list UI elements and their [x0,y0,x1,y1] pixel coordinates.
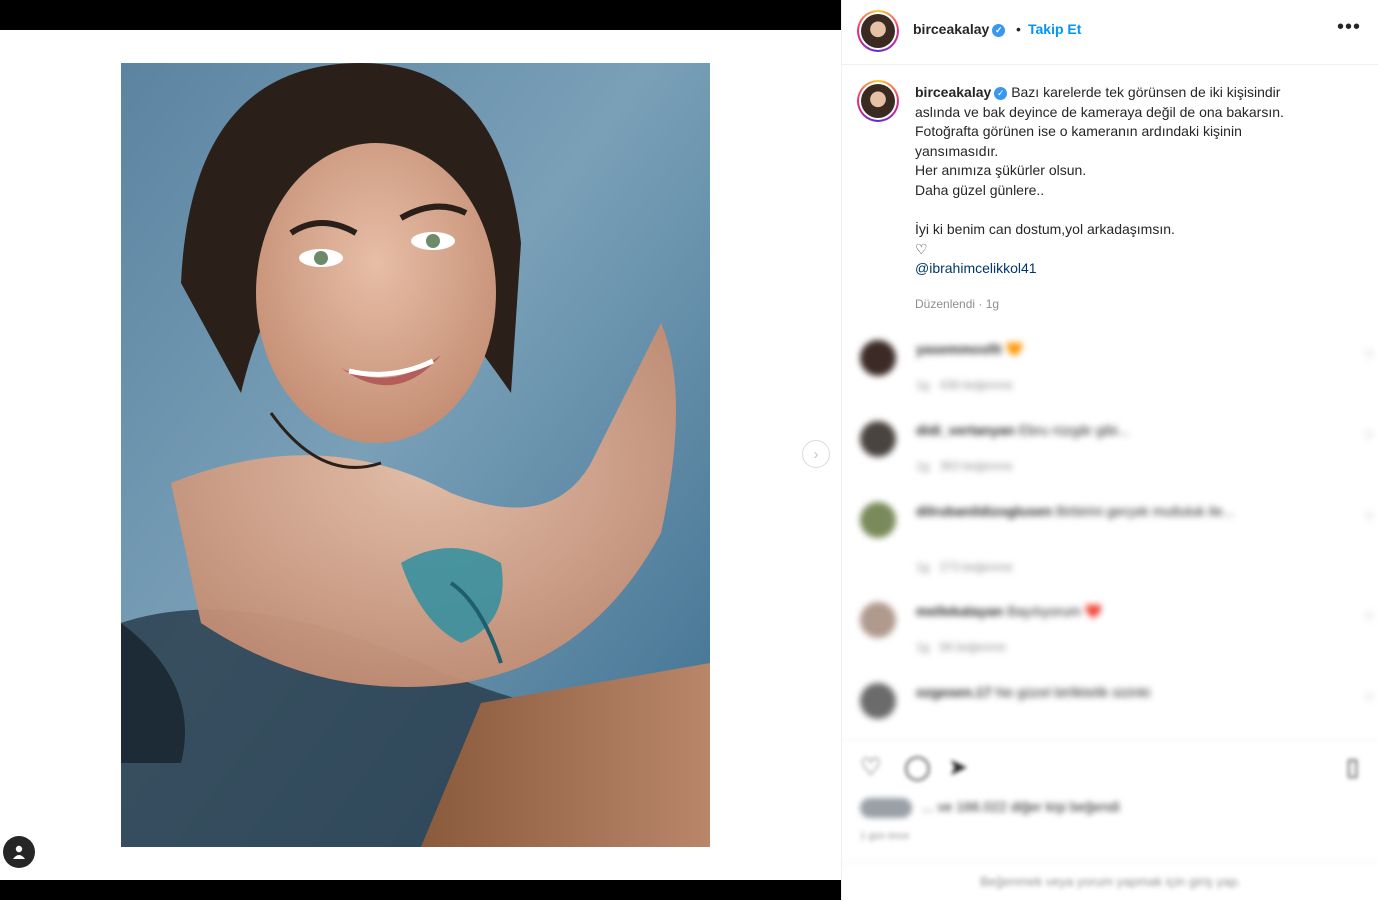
author-avatar[interactable] [857,10,899,52]
login-prompt[interactable]: Beğenmek veya yorum yapmak için giriş ya… [842,862,1378,901]
caption-line: Daha güzel günlere.. [915,181,1045,198]
separator-dot: • [1016,21,1021,37]
comment-time: 1g [916,459,930,473]
follow-button[interactable]: Takip Et [1028,21,1081,37]
likes-summary[interactable]: ... ve 166.022 diğer kişi beğendi [860,798,1360,820]
post-actions-bar: ♡ ◯ ➤ ▯ [842,740,1378,791]
chevron-right-icon: › [813,445,819,463]
media-pane: › [0,0,841,900]
post-caption: birceakalay ✓ Bazı karelerde tek görünsen… [915,83,1315,279]
caption-mention-link[interactable]: @ibrahimcelikkol41 [915,259,1315,279]
author-username-text[interactable]: birceakalay [913,21,989,37]
caption-line: Bazı karelerde tek görünsen de iki kişis… [1011,84,1281,100]
comment-avatar[interactable] [860,602,896,638]
heart-icon[interactable]: ♡ [860,753,882,782]
comment-likes[interactable]: 273 beğenme [939,560,1012,574]
comment-time: 1g [916,640,930,654]
comment-icon[interactable]: ◯ [904,753,931,782]
comment-like-icon[interactable]: ♡ [1364,348,1376,362]
comment-item: mellekalayan Bayılıyorum ❤️ 1g 58 beğenm… [860,602,1375,662]
share-icon[interactable]: ➤ [948,753,968,782]
comment-text: 🧡 [1005,341,1023,357]
comment-item: dilrubanildizoglusen Birbirini gerçek mu… [860,502,1375,582]
caption-spacer [915,201,1315,221]
verified-badge-icon: ✓ [994,86,1008,100]
more-horizontal-icon[interactable]: ••• [1337,16,1361,39]
caption-username[interactable]: birceakalay [915,84,991,100]
edited-timestamp: Düzenlendi · 1g [915,297,1000,311]
comment-like-icon[interactable]: ♡ [1364,510,1376,524]
bookmark-icon[interactable]: ▯ [1346,753,1359,782]
post-side-panel: birceakalay ✓ • Takip Et ••• birceakalay ✓… [841,0,1378,900]
comment-likes[interactable]: 438 beğenme [939,378,1012,392]
comment-item: didi_vertanyan Ebru rüzgâr gibi... 1g 36… [860,421,1375,481]
media-letterbox-bottom [0,880,841,900]
caption-line: İyi ki benim can dostum,yol arkadaşımsın… [915,221,1175,238]
comment-text: Ebru rüzgâr gibi... [1018,422,1130,438]
comment-avatar[interactable] [860,340,896,376]
comment-avatar[interactable] [860,683,896,719]
comment-likes[interactable]: 58 beğenme [939,640,1006,654]
comment-username[interactable]: mellekalayan [916,603,1003,619]
comment-time: 1g [916,560,930,574]
caption-line: Her anımıza şükürler olsun. [915,162,1087,179]
comment-item: yasemmosfit 🧡 1g 438 beğenme ♡ [860,340,1375,400]
comment-username[interactable]: ozgesen.17 [916,684,991,700]
post-photo-image [121,63,710,847]
comment-avatar[interactable] [860,421,896,457]
comment-text: Ne güzel birliktelik sizinki [995,684,1151,700]
post-header: birceakalay ✓ • Takip Et ••• [842,0,1378,65]
comment-like-icon[interactable]: ♡ [1364,610,1376,624]
comment-time: 1g [916,378,930,392]
caption-line: Fotoğrafta görünen ise o kameranın ardın… [915,123,1242,140]
comment-username[interactable]: yasemmosfit [916,341,1002,357]
likes-text[interactable]: ... ve 166.022 diğer kişi beğendi [922,799,1120,815]
next-photo-button[interactable]: › [802,440,830,468]
login-prompt-text[interactable]: Beğenmek veya yorum yapmak için giriş ya… [980,874,1241,889]
comment-username[interactable]: dilrubanildizoglusen [916,503,1052,519]
comment-like-icon[interactable]: ♡ [1364,429,1376,443]
liker-avatars [860,798,912,818]
post-photo[interactable] [121,63,710,847]
comment-likes[interactable]: 363 beğenme [939,459,1012,473]
comment-username[interactable]: didi_vertanyan [916,422,1015,438]
comment-item: ozgesen.17 Ne güzel birliktelik sizinki … [860,683,1375,733]
media-letterbox-top [0,0,841,30]
caption-line: aslında ve bak deyince de kameraya değil… [915,103,1284,120]
caption-line: yansımasıdır. [915,142,999,159]
caption-author-avatar[interactable] [857,80,899,122]
user-tag-button[interactable] [3,836,35,868]
author-username[interactable]: birceakalay ✓ [913,21,1006,37]
verified-badge-icon: ✓ [992,23,1006,37]
user-icon [13,845,25,859]
comment-text: Birbirini gerçek mutluluk ile... [1056,503,1235,519]
heart-emoji: ♡ [915,240,928,257]
comment-avatar[interactable] [860,502,896,538]
comment-text: Bayılıyorum ❤️ [1007,603,1103,619]
post-date: 1 gün önce [860,831,910,842]
comment-like-icon[interactable]: ♡ [1364,691,1376,705]
